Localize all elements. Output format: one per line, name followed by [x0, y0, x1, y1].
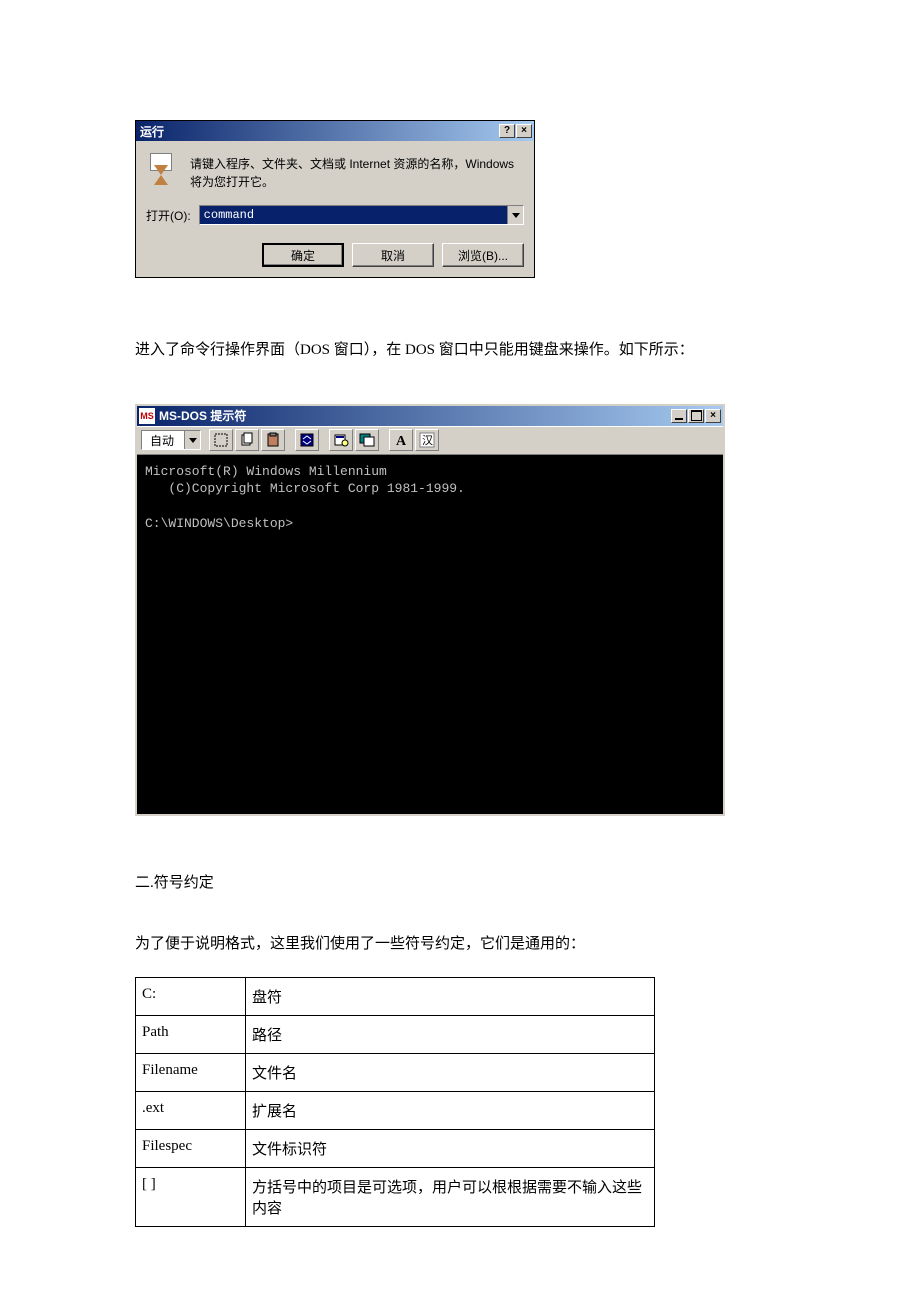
ime-icon[interactable]: 汉 — [415, 429, 439, 451]
run-titlebar: 运行 ? × — [136, 121, 534, 141]
run-description: 请键入程序、文件夹、文档或 Internet 资源的名称，Windows 将为您… — [190, 153, 524, 191]
fullscreen-icon[interactable] — [295, 429, 319, 451]
table-row: Filespec 文件标识符 — [136, 1130, 655, 1168]
open-input[interactable] — [200, 206, 507, 224]
symbol-cell: Path — [136, 1016, 246, 1054]
conventions-table: C: 盘符 Path 路径 Filename 文件名 .ext 扩展名 File… — [135, 977, 655, 1227]
paragraph-2: 为了便于说明格式，这里我们使用了一些符号约定，它们是通用的： — [135, 932, 790, 958]
dos-titlebar: MS MS-DOS 提示符 × — [137, 406, 723, 426]
chevron-down-icon[interactable] — [184, 431, 200, 449]
ok-button[interactable]: 确定 — [262, 243, 344, 267]
copy-icon[interactable] — [235, 429, 259, 451]
paste-icon[interactable] — [261, 429, 285, 451]
desc-cell: 路径 — [246, 1016, 655, 1054]
desc-cell: 文件标识符 — [246, 1130, 655, 1168]
symbol-cell: .ext — [136, 1092, 246, 1130]
desc-cell: 文件名 — [246, 1054, 655, 1092]
console-line: (C)Copyright Microsoft Corp 1981-1999. — [145, 481, 465, 496]
background-icon[interactable] — [355, 429, 379, 451]
close-button[interactable]: × — [705, 409, 721, 423]
browse-button[interactable]: 浏览(B)... — [442, 243, 524, 267]
table-row: Path 路径 — [136, 1016, 655, 1054]
symbol-cell: Filespec — [136, 1130, 246, 1168]
msdos-app-icon: MS — [139, 408, 155, 424]
dos-window: MS MS-DOS 提示符 × 自动 — [135, 404, 725, 816]
minimize-button[interactable] — [671, 409, 687, 423]
dos-title: MS-DOS 提示符 — [159, 407, 246, 424]
table-row: .ext 扩展名 — [136, 1092, 655, 1130]
table-row: [ ] 方括号中的项目是可选项，用户可以根根据需要不输入这些内容 — [136, 1168, 655, 1227]
open-combobox[interactable] — [199, 205, 524, 225]
help-button[interactable]: ? — [499, 124, 515, 138]
font-size-value: 自动 — [142, 432, 184, 449]
desc-cell: 方括号中的项目是可选项，用户可以根根据需要不输入这些内容 — [246, 1168, 655, 1227]
open-label: 打开(O): — [146, 207, 191, 224]
table-row: Filename 文件名 — [136, 1054, 655, 1092]
symbol-cell: [ ] — [136, 1168, 246, 1227]
properties-icon[interactable] — [329, 429, 353, 451]
font-size-combo[interactable]: 自动 — [141, 430, 201, 450]
run-icon — [146, 153, 180, 187]
font-icon[interactable]: A — [389, 429, 413, 451]
table-row: C: 盘符 — [136, 978, 655, 1016]
mark-icon[interactable] — [209, 429, 233, 451]
symbol-cell: C: — [136, 978, 246, 1016]
dos-toolbar: 自动 A — [137, 426, 723, 454]
console-line: Microsoft(R) Windows Millennium — [145, 464, 387, 479]
svg-text:汉: 汉 — [422, 434, 433, 447]
paragraph-1: 进入了命令行操作界面（DOS 窗口），在 DOS 窗口中只能用键盘来操作。如下所… — [135, 338, 790, 364]
section-2-heading: 二.符号约定 — [135, 871, 790, 892]
cancel-button[interactable]: 取消 — [352, 243, 434, 267]
close-button[interactable]: × — [516, 124, 532, 138]
console-line: C:\WINDOWS\Desktop> — [145, 516, 293, 531]
run-title: 运行 — [140, 123, 164, 140]
run-dialog: 运行 ? × 请键入程序、文件夹、文档或 Internet 资源的名称，Wind… — [135, 120, 535, 278]
maximize-button[interactable] — [688, 409, 704, 423]
symbol-cell: Filename — [136, 1054, 246, 1092]
desc-cell: 扩展名 — [246, 1092, 655, 1130]
dos-console[interactable]: Microsoft(R) Windows Millennium (C)Copyr… — [137, 454, 723, 814]
desc-cell: 盘符 — [246, 978, 655, 1016]
svg-text:A: A — [396, 434, 407, 448]
chevron-down-icon[interactable] — [507, 206, 523, 224]
